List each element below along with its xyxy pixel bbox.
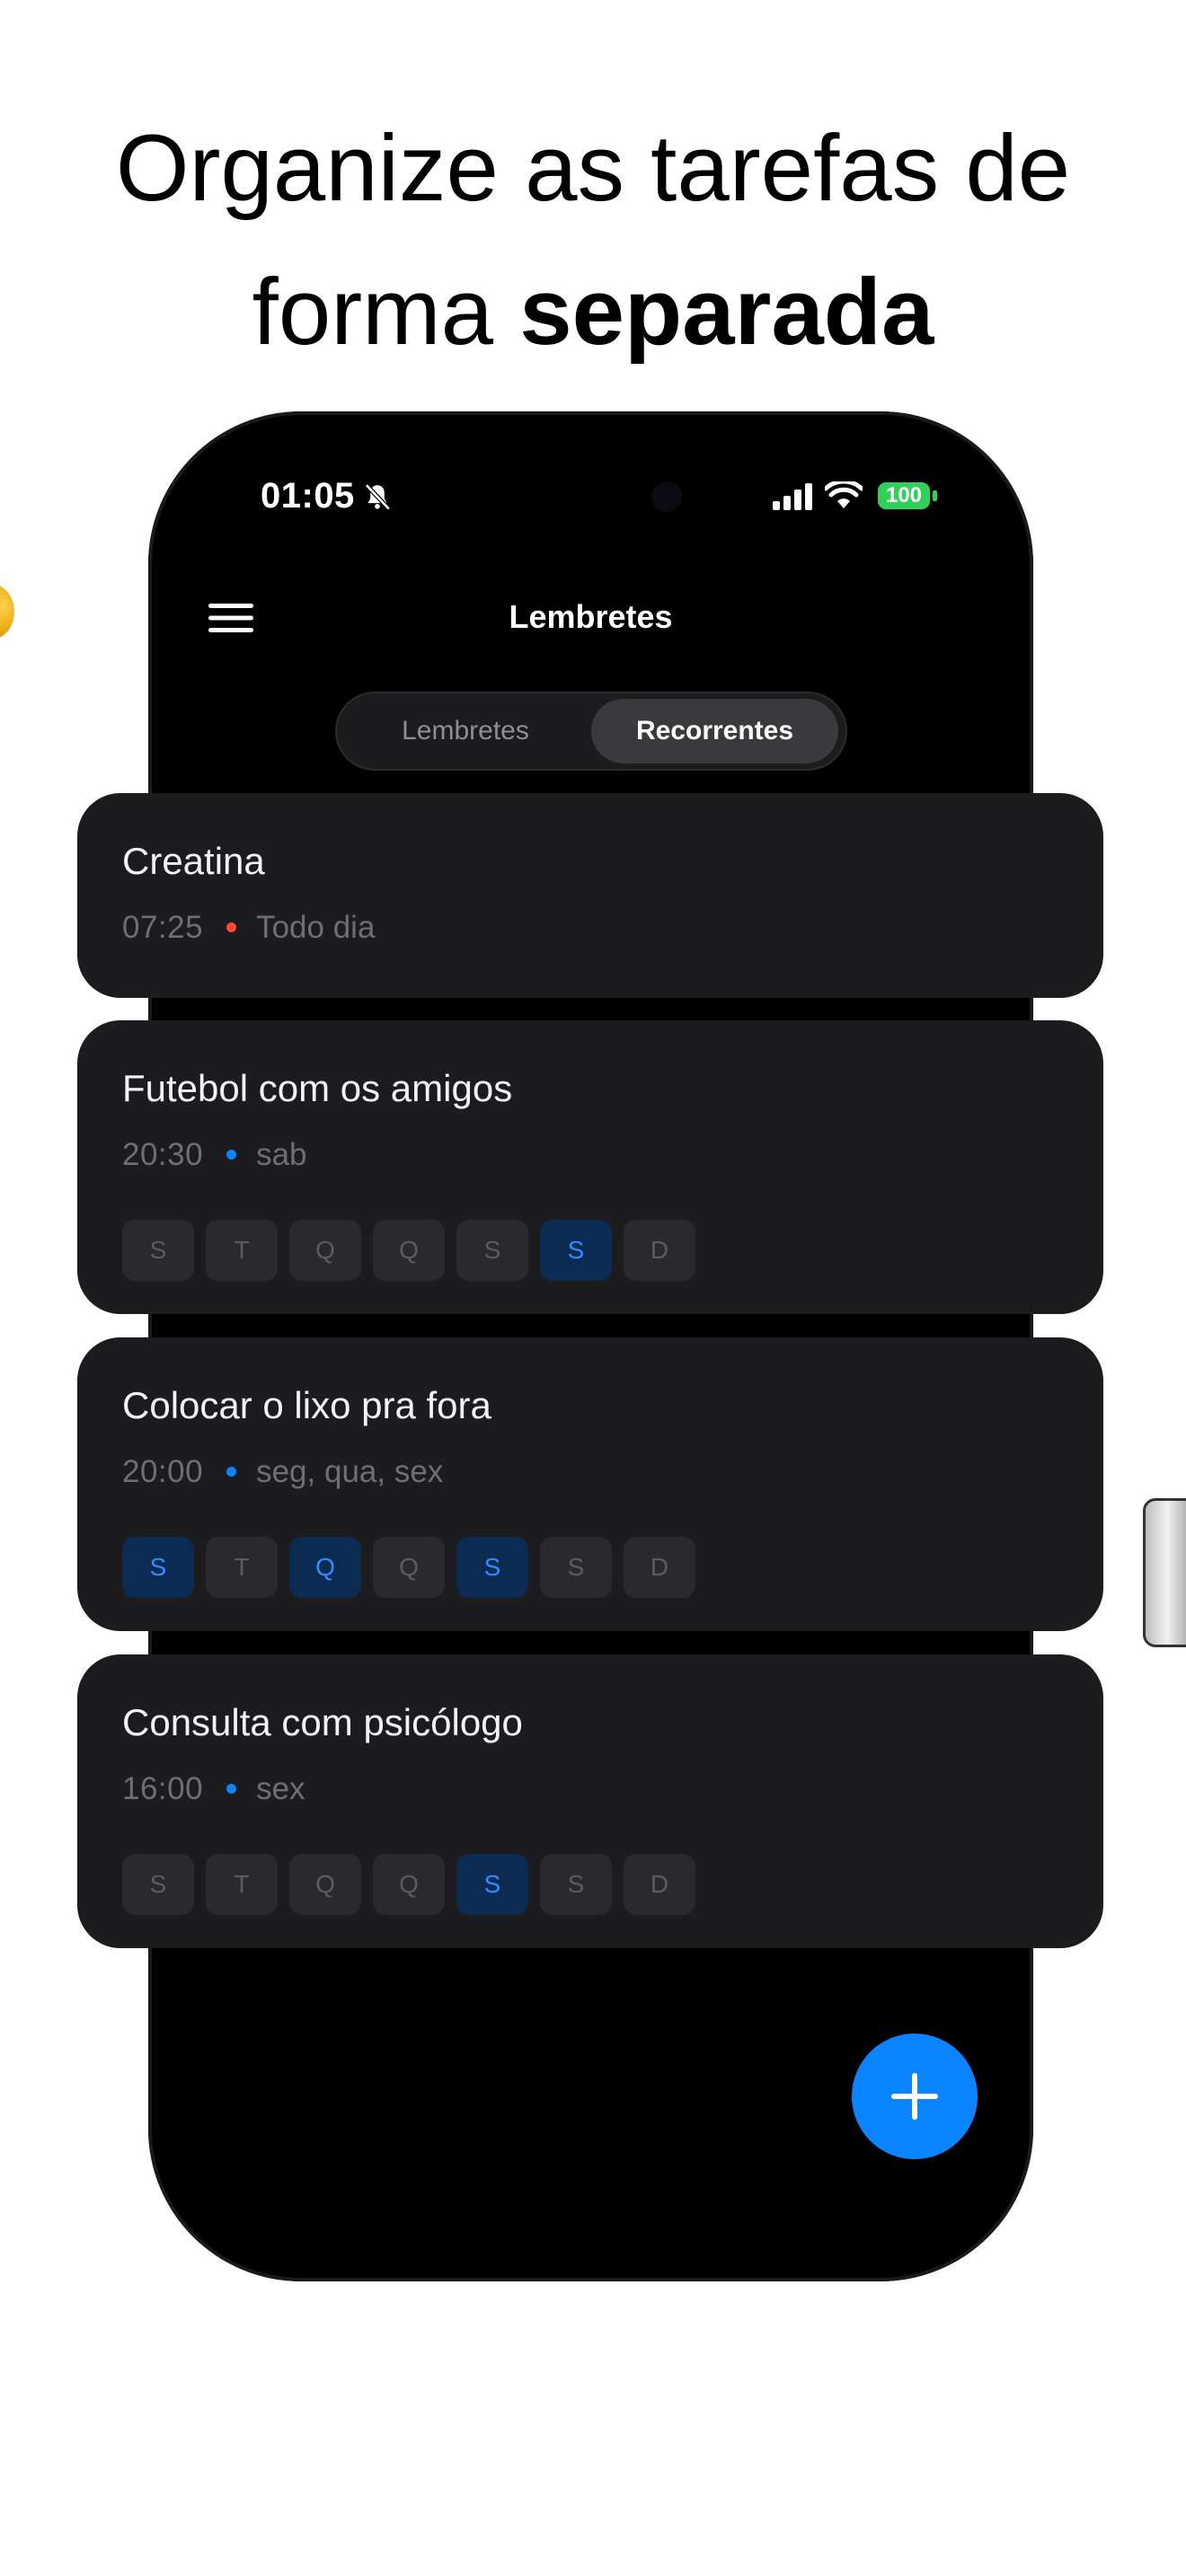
reminder-schedule: sex bbox=[256, 1771, 305, 1806]
weekday-chip[interactable]: Q bbox=[289, 1220, 361, 1281]
weekday-chip[interactable]: Q bbox=[373, 1537, 445, 1598]
weekday-selector: STQQSSD bbox=[122, 1537, 707, 1598]
app-store-screenshot: Organize as tarefas de forma separada 01… bbox=[0, 0, 1186, 2576]
weekday-chip[interactable]: S bbox=[540, 1537, 612, 1598]
plus-icon bbox=[891, 2073, 938, 2120]
weekday-chip[interactable]: Q bbox=[373, 1220, 445, 1281]
reminder-time: 07:25 bbox=[122, 910, 204, 945]
weekday-chip[interactable]: S bbox=[122, 1220, 194, 1281]
status-dot bbox=[226, 1149, 237, 1160]
battery-cap bbox=[933, 490, 937, 501]
reminder-meta: 20:00 seg, qua, sex bbox=[122, 1454, 443, 1490]
weekday-chip-active[interactable]: Q bbox=[289, 1537, 361, 1598]
marketing-headline: Organize as tarefas de forma separada bbox=[0, 97, 1186, 384]
status-dot bbox=[226, 922, 237, 932]
decorative-coin-shape bbox=[0, 584, 14, 640]
segmented-control: Lembretes Recorrentes bbox=[335, 692, 847, 771]
reminder-title: Creatina bbox=[122, 840, 265, 882]
weekday-chip[interactable]: S bbox=[456, 1220, 528, 1281]
weekday-chip-active[interactable]: S bbox=[456, 1854, 528, 1915]
tab-recorrentes[interactable]: Recorrentes bbox=[591, 699, 838, 763]
wifi-icon bbox=[825, 481, 863, 508]
decorative-object-shape bbox=[1143, 1498, 1186, 1647]
reminder-schedule: seg, qua, sex bbox=[256, 1454, 444, 1489]
weekday-chip-active[interactable]: S bbox=[122, 1537, 194, 1598]
status-dot bbox=[226, 1466, 237, 1477]
bell-slash-icon bbox=[365, 483, 391, 511]
weekday-chip[interactable]: T bbox=[206, 1854, 278, 1915]
add-reminder-button[interactable] bbox=[852, 2033, 978, 2159]
weekday-selector: STQQSSD bbox=[122, 1220, 707, 1281]
battery-indicator: 100 bbox=[878, 482, 930, 509]
weekday-chip[interactable]: D bbox=[624, 1537, 695, 1598]
reminder-meta: 20:30 sab bbox=[122, 1137, 307, 1173]
page-title: Lembretes bbox=[509, 598, 673, 635]
headline-line-2: forma separada bbox=[0, 241, 1186, 384]
reminder-title: Colocar o lixo pra fora bbox=[122, 1384, 491, 1426]
headline-bold-text: separada bbox=[519, 260, 934, 365]
weekday-chip[interactable]: S bbox=[540, 1854, 612, 1915]
reminder-meta: 07:25 Todo dia bbox=[122, 910, 375, 946]
status-bar: 01:05 100 bbox=[148, 476, 1033, 521]
camera-indicator bbox=[651, 481, 682, 512]
weekday-chip-active[interactable]: S bbox=[456, 1537, 528, 1598]
reminder-meta: 16:00 sex bbox=[122, 1771, 305, 1807]
weekday-chip[interactable]: T bbox=[206, 1220, 278, 1281]
weekday-chip[interactable]: D bbox=[624, 1220, 695, 1281]
tab-lembretes[interactable]: Lembretes bbox=[344, 699, 587, 763]
weekday-chip-active[interactable]: S bbox=[540, 1220, 612, 1281]
cellular-signal-icon bbox=[773, 483, 812, 510]
reminder-card[interactable]: Colocar o lixo pra fora 20:00 seg, qua, s… bbox=[77, 1337, 1103, 1631]
reminder-schedule: sab bbox=[256, 1137, 307, 1172]
weekday-chip[interactable]: T bbox=[206, 1537, 278, 1598]
headline-regular-text: forma bbox=[252, 260, 520, 365]
weekday-chip[interactable]: D bbox=[624, 1854, 695, 1915]
weekday-chip[interactable]: Q bbox=[373, 1854, 445, 1915]
reminder-title: Consulta com psicólogo bbox=[122, 1701, 523, 1743]
reminder-card[interactable]: Consulta com psicólogo 16:00 sex STQQSSD bbox=[77, 1654, 1103, 1948]
reminder-schedule: Todo dia bbox=[256, 910, 376, 945]
reminder-card[interactable]: Futebol com os amigos 20:30 sab STQQSSD bbox=[77, 1020, 1103, 1314]
reminder-time: 20:00 bbox=[122, 1454, 204, 1489]
weekday-chip[interactable]: Q bbox=[289, 1854, 361, 1915]
status-time: 01:05 bbox=[261, 476, 355, 516]
reminder-card[interactable]: Creatina 07:25 Todo dia bbox=[77, 793, 1103, 998]
reminder-time: 16:00 bbox=[122, 1771, 204, 1806]
status-dot bbox=[226, 1783, 237, 1794]
weekday-chip[interactable]: S bbox=[122, 1854, 194, 1915]
reminder-title: Futebol com os amigos bbox=[122, 1067, 513, 1109]
reminder-time: 20:30 bbox=[122, 1137, 204, 1172]
headline-line-1: Organize as tarefas de bbox=[115, 116, 1071, 221]
weekday-selector: STQQSSD bbox=[122, 1854, 707, 1915]
